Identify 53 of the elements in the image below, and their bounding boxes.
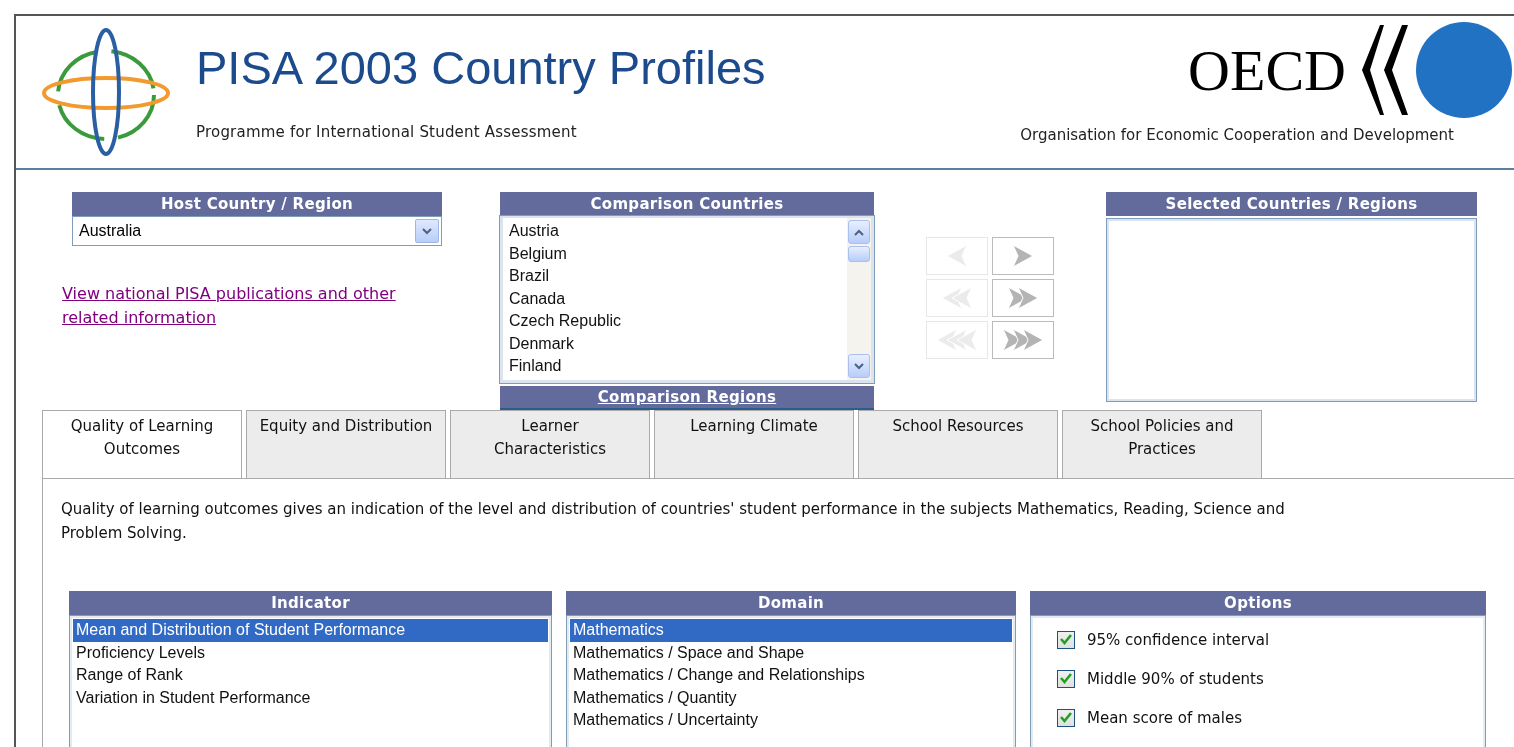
subtitle: Programme for International Student Assessment xyxy=(196,123,578,141)
indicator-item[interactable]: Variation in Student Performance xyxy=(73,686,548,709)
move-right-button[interactable] xyxy=(992,279,1054,317)
checkbox[interactable] xyxy=(1057,708,1075,727)
comparison-heading: Comparison Countries xyxy=(500,192,874,216)
circle-icon xyxy=(1414,20,1514,120)
tab[interactable]: Equity and Distribution xyxy=(246,410,446,478)
host-heading: Host Country / Region xyxy=(72,192,442,216)
country-item[interactable]: Czech Republic xyxy=(509,310,841,333)
domain-item[interactable]: Mathematics / Uncertainty xyxy=(570,709,1012,732)
scrollbar[interactable] xyxy=(847,218,871,380)
indicator-heading: Indicator xyxy=(69,591,552,615)
move-right-button[interactable] xyxy=(992,237,1054,275)
domain-item[interactable]: Mathematics / Space and Shape xyxy=(570,641,1012,664)
indicator-item[interactable]: Mean and Distribution of Student Performance xyxy=(73,619,548,642)
description: Quality of learning outcomes gives an indication of the level and distribution of countries' student performance in the subjects Mathematics, Reading, Science and Problem Solving. xyxy=(61,499,1286,544)
option-label: Mean score of males xyxy=(1087,708,1242,727)
selected-list[interactable] xyxy=(1106,218,1477,402)
checkbox[interactable] xyxy=(1057,669,1075,688)
country-item[interactable]: Austria xyxy=(509,220,841,243)
move-right-button[interactable] xyxy=(992,321,1054,359)
scroll-up-icon xyxy=(854,228,864,236)
comparison-regions-link[interactable]: Comparison Regions xyxy=(597,388,777,406)
host-select[interactable]: Australia xyxy=(72,216,442,246)
org-name: Organisation for Economic Cooperation and Development xyxy=(1020,126,1454,144)
indicator-item[interactable]: Range of Rank xyxy=(73,664,548,687)
tab[interactable]: Learning Climate xyxy=(654,410,854,478)
country-item[interactable]: Denmark xyxy=(509,332,841,355)
country-item[interactable]: Brazil xyxy=(509,265,841,288)
tab[interactable]: Quality of Learning Outcomes xyxy=(42,410,242,478)
checkbox[interactable] xyxy=(1057,630,1075,649)
country-item[interactable]: Belgium xyxy=(509,242,841,265)
page-title: PISA 2003 Country Profiles xyxy=(196,40,767,95)
country-item[interactable]: Finland xyxy=(509,355,841,378)
domain-item[interactable]: Mathematics xyxy=(570,619,1012,642)
country-item[interactable]: Canada xyxy=(509,287,841,310)
publications-link[interactable]: View national PISA publications and other related information xyxy=(62,282,442,330)
domain-item[interactable]: Mathematics / Quantity xyxy=(570,686,1012,709)
scroll-down-icon xyxy=(854,362,864,370)
domain-item[interactable]: Mathematics / Change and Relationships xyxy=(570,664,1012,687)
org-logo-text: OECD xyxy=(1188,36,1346,104)
options-heading: Options xyxy=(1030,591,1486,615)
option-label: 95% confidence interval xyxy=(1087,630,1270,649)
selected-heading: Selected Countries / Regions xyxy=(1106,192,1477,216)
tab[interactable]: School Resources xyxy=(858,410,1058,478)
scroll-thumb[interactable] xyxy=(848,246,870,262)
tab[interactable]: School Policies and Practices xyxy=(1062,410,1262,478)
indicator-item[interactable]: Proficiency Levels xyxy=(73,641,548,664)
dropdown-icon xyxy=(415,219,439,243)
globe-logo-icon xyxy=(41,27,171,157)
domain-heading: Domain xyxy=(566,591,1016,615)
option-label: Middle 90% of students xyxy=(1087,669,1264,688)
tab[interactable]: Learner Characteristics xyxy=(450,410,650,478)
